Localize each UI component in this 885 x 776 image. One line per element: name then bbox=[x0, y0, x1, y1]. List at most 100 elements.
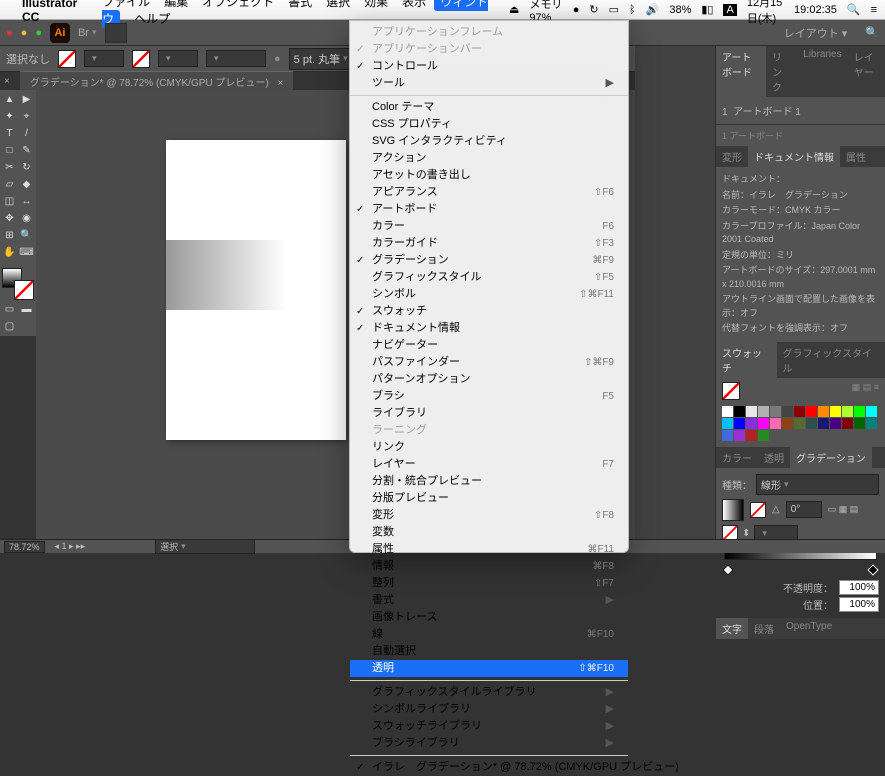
swatch[interactable] bbox=[806, 418, 817, 429]
menuitem-アートボード[interactable]: ✓アートボード bbox=[350, 201, 628, 218]
menuitem-スウォッチ[interactable]: ✓スウォッチ bbox=[350, 303, 628, 320]
menuitem-コントロール[interactable]: ✓コントロール bbox=[350, 58, 628, 75]
swatch[interactable] bbox=[734, 418, 745, 429]
tool-18[interactable]: ✋ bbox=[2, 245, 17, 260]
menu-icon[interactable]: ≡ bbox=[871, 4, 877, 16]
docinfo-tabs-1[interactable]: ドキュメント情報 bbox=[748, 146, 840, 167]
swatch-tabs-0[interactable]: スウォッチ bbox=[716, 342, 777, 378]
menuitem-自動選択[interactable]: 自動選択 bbox=[350, 643, 628, 660]
menuitem-透明[interactable]: 透明⇧⌘F10 bbox=[350, 660, 628, 677]
menuitem-分版プレビュー[interactable]: 分版プレビュー bbox=[350, 490, 628, 507]
swatch[interactable] bbox=[746, 406, 757, 417]
menuitem-シンボルライブラリ[interactable]: シンボルライブラリ▶ bbox=[350, 701, 628, 718]
screenmode-1[interactable]: ▬ bbox=[19, 302, 34, 317]
grad-tabs-0[interactable]: カラー bbox=[716, 447, 758, 468]
tool-19[interactable]: ⌨ bbox=[19, 245, 34, 260]
artboard-tabs-1[interactable]: リンク bbox=[766, 46, 797, 97]
fill-swatch[interactable] bbox=[58, 50, 76, 68]
swatch[interactable] bbox=[854, 418, 865, 429]
menu-書式[interactable]: 書式 bbox=[288, 0, 312, 9]
grad-tabs-1[interactable]: 透明 bbox=[758, 447, 790, 468]
menuitem-書式[interactable]: 書式▶ bbox=[350, 592, 628, 609]
grad-stop-right[interactable] bbox=[867, 564, 878, 575]
position-field[interactable]: 100% bbox=[839, 597, 879, 612]
tool-17[interactable]: 🔍 bbox=[19, 228, 34, 243]
menuitem-Color テーマ[interactable]: Color テーマ bbox=[350, 99, 628, 116]
swatch[interactable] bbox=[782, 406, 793, 417]
swatch[interactable] bbox=[734, 406, 745, 417]
brush-weight[interactable] bbox=[158, 50, 198, 67]
swatch[interactable] bbox=[866, 406, 877, 417]
menuitem-パスファインダー[interactable]: パスファインダー⇧⌘F9 bbox=[350, 354, 628, 371]
artboard[interactable] bbox=[166, 140, 346, 440]
grad-type-icons[interactable]: ▭ ▦ ▤ bbox=[828, 504, 859, 515]
swatch[interactable] bbox=[818, 418, 829, 429]
menuitem-アクション[interactable]: アクション bbox=[350, 150, 628, 167]
tool-7[interactable]: ✎ bbox=[19, 143, 34, 158]
tool-status[interactable]: 選択 bbox=[155, 539, 255, 554]
opacity-dropdown[interactable] bbox=[206, 50, 266, 67]
menu-編集[interactable]: 編集 bbox=[164, 0, 188, 9]
swatch[interactable] bbox=[722, 430, 733, 441]
swatch[interactable] bbox=[734, 430, 745, 441]
menuitem-ブラシライブラリ[interactable]: ブラシライブラリ▶ bbox=[350, 735, 628, 752]
menuitem-カラーガイド[interactable]: カラーガイド⇧F3 bbox=[350, 235, 628, 252]
menuitem-属性[interactable]: 属性⌘F11 bbox=[350, 541, 628, 558]
tool-12[interactable]: ◫ bbox=[2, 194, 17, 209]
swatch[interactable] bbox=[746, 430, 757, 441]
swatch[interactable] bbox=[818, 406, 829, 417]
tool-9[interactable]: ↻ bbox=[19, 160, 34, 175]
screenmode-0[interactable]: ▭ bbox=[2, 302, 17, 317]
fill-none-swatch[interactable] bbox=[722, 382, 740, 400]
menuitem-ライブラリ[interactable]: ライブラリ bbox=[350, 405, 628, 422]
tool-0[interactable]: ▲ bbox=[2, 92, 17, 107]
tool-2[interactable]: ✦ bbox=[2, 109, 17, 124]
grad-preview[interactable] bbox=[722, 499, 744, 521]
swatch[interactable] bbox=[758, 430, 769, 441]
menuitem-情報[interactable]: 情報⌘F8 bbox=[350, 558, 628, 575]
menuitem-アピアランス[interactable]: アピアランス⇧F6 bbox=[350, 184, 628, 201]
grad-stop-left[interactable] bbox=[722, 564, 733, 575]
gradient-shape[interactable] bbox=[166, 240, 286, 310]
swatch[interactable] bbox=[770, 406, 781, 417]
docinfo-tabs-2[interactable]: 属性 bbox=[840, 146, 872, 167]
grad-tabs-2[interactable]: グラデーション bbox=[790, 447, 872, 468]
menu-ファイル[interactable]: ファイル bbox=[102, 0, 150, 9]
color-picker[interactable] bbox=[2, 268, 34, 300]
menuitem-レイヤー[interactable]: レイヤーF7 bbox=[350, 456, 628, 473]
menuitem-グラフィックスタイルライブラリ[interactable]: グラフィックスタイルライブラリ▶ bbox=[350, 684, 628, 701]
angle-field[interactable]: 0° bbox=[786, 501, 822, 518]
swatch-tabs-1[interactable]: グラフィックスタイル bbox=[777, 342, 885, 378]
tool-3[interactable]: ⌖ bbox=[19, 109, 34, 124]
tool-8[interactable]: ✂ bbox=[2, 160, 17, 175]
swatch[interactable] bbox=[866, 418, 877, 429]
tool-16[interactable]: ⊞ bbox=[2, 228, 17, 243]
swatch[interactable] bbox=[746, 418, 757, 429]
tool-11[interactable]: ◆ bbox=[19, 177, 34, 192]
grad-type-select[interactable]: 線形 bbox=[756, 474, 879, 495]
arrange-docs-icon[interactable] bbox=[105, 23, 127, 43]
docinfo-tabs-0[interactable]: 変形 bbox=[716, 146, 748, 167]
app-name[interactable]: Illustrator CC bbox=[22, 0, 88, 24]
menuitem-ツール[interactable]: ツール▶ bbox=[350, 75, 628, 92]
swatch[interactable] bbox=[758, 418, 769, 429]
menu-効果[interactable]: 効果 bbox=[364, 0, 388, 9]
swatch[interactable] bbox=[854, 406, 865, 417]
menuitem-整列[interactable]: 整列⇧F7 bbox=[350, 575, 628, 592]
menuitem-ブラシ[interactable]: ブラシF5 bbox=[350, 388, 628, 405]
layout-dropdown[interactable]: レイアウト ▾ bbox=[784, 25, 848, 41]
artboard-row[interactable]: 1 アートボード 1 bbox=[722, 103, 879, 118]
bottom-tabs-1[interactable]: 段落 bbox=[748, 618, 780, 639]
swatch[interactable] bbox=[770, 418, 781, 429]
swatch-menu-icon[interactable]: ▦ ▤ ≡ bbox=[852, 382, 879, 400]
grad-stroke[interactable] bbox=[750, 502, 766, 518]
swatch[interactable] bbox=[758, 406, 769, 417]
menuitem-シンボル[interactable]: シンボル⇧⌘F11 bbox=[350, 286, 628, 303]
tool-1[interactable]: ▶ bbox=[19, 92, 34, 107]
swatch[interactable] bbox=[722, 418, 733, 429]
menu-選択[interactable]: 選択 bbox=[326, 0, 350, 9]
menuitem-変形[interactable]: 変形⇧F8 bbox=[350, 507, 628, 524]
bridge-dropdown[interactable]: Br bbox=[78, 27, 97, 39]
swatch[interactable] bbox=[830, 418, 841, 429]
menuitem-画像トレース[interactable]: 画像トレース bbox=[350, 609, 628, 626]
